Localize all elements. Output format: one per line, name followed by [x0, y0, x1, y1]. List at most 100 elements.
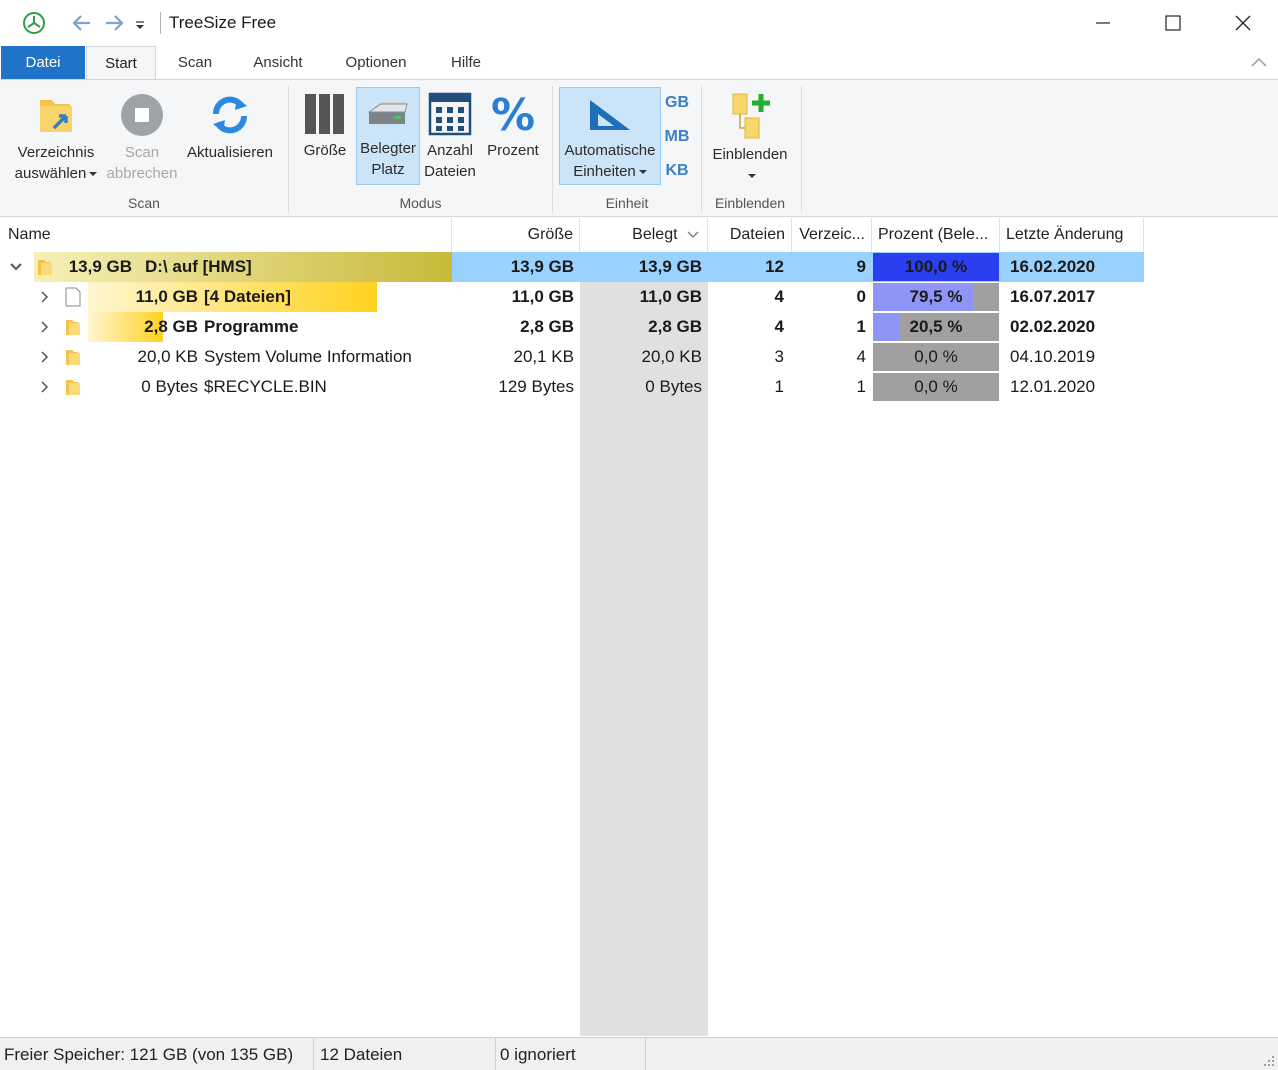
collapse-ribbon-icon[interactable]: [1250, 56, 1268, 68]
column-header-folders[interactable]: Verzeic...: [792, 218, 872, 252]
column-header-percent[interactable]: Prozent (Bele...: [872, 218, 1000, 252]
percent-bar: 20,5 %: [873, 313, 999, 341]
status-bar: Freier Speicher: 121 GB (von 135 GB) 12 …: [0, 1037, 1278, 1070]
select-directory-button[interactable]: Verzeichnis auswählen: [10, 88, 102, 188]
title-bar: TreeSize Free: [0, 0, 1278, 46]
name-size: 0 Bytes: [141, 377, 198, 396]
table-row[interactable]: 2,8 GB Programme 2,8 GB 2,8 GB 4 1 20,5 % 02.02…: [2, 312, 1276, 342]
refresh-button[interactable]: Aktualisieren: [182, 88, 278, 188]
percent-value: 79,5 %: [909, 287, 963, 306]
group-label-einblenden: Einblenden: [714, 195, 786, 211]
percent-value: 100,0 %: [904, 257, 968, 276]
column-header-used-label: Belegt: [632, 226, 678, 243]
percent-icon: %: [491, 92, 535, 136]
group-separator: [801, 86, 802, 212]
size-value: 13,9 GB: [510, 257, 574, 276]
folder-name: [4 Dateien]: [204, 287, 291, 306]
modified-value: 02.02.2020: [1010, 317, 1096, 336]
folders-value: 1: [856, 317, 866, 336]
unit-gb-button[interactable]: GB: [662, 92, 692, 116]
tab-optionen[interactable]: Optionen: [330, 46, 422, 80]
table-row[interactable]: 20,0 KB System Volume Information 20,1 KB 2…: [2, 342, 1276, 372]
modified-value: 12.01.2020: [1010, 377, 1096, 396]
unit-mb-button[interactable]: MB: [662, 126, 692, 150]
tab-datei[interactable]: Datei: [1, 46, 85, 80]
used-value: 11,0 GB: [639, 287, 702, 306]
tab-scan[interactable]: Scan: [160, 46, 230, 80]
used-value: 0 Bytes: [645, 377, 702, 396]
column-header-used[interactable]: Belegt: [580, 218, 708, 252]
tab-hilfe[interactable]: Hilfe: [438, 46, 494, 80]
table-row[interactable]: 13,9 GB D:\ auf [HMS] 13,9 GB 13,9 GB 12 9 100…: [2, 252, 1276, 282]
table-row[interactable]: 0 Bytes $RECYCLE.BIN 129 Bytes 0 Bytes 1 1 0,0…: [2, 372, 1276, 402]
folder-name: Programme: [204, 317, 299, 336]
used-value: 20,0 KB: [641, 347, 703, 366]
tab-start[interactable]: Start: [86, 46, 156, 81]
group-separator: [701, 86, 702, 212]
ribbon-tabs: Datei Start Scan Ansicht Optionen Hilfe: [0, 46, 1278, 81]
auto-units-label-1: Automatische: [564, 142, 656, 159]
refresh-label: Aktualisieren: [187, 144, 273, 161]
maximize-button[interactable]: [1138, 0, 1208, 46]
size-value: 129 Bytes: [498, 377, 574, 396]
table-row[interactable]: 11,0 GB [4 Dateien] 11,0 GB 11,0 GB 4 0 79,5 %…: [2, 282, 1276, 312]
abort-scan-button[interactable]: Scan abbrechen: [103, 88, 181, 188]
set-square-icon: [590, 100, 630, 130]
tab-ansicht[interactable]: Ansicht: [240, 46, 316, 80]
name-size: 2,8 GB: [144, 317, 198, 336]
used-value: 13,9 GB: [638, 257, 702, 276]
mode-size-button[interactable]: Größe: [296, 88, 354, 188]
size-value: 2,8 GB: [520, 317, 574, 336]
auto-units-button[interactable]: Automatische Einheiten: [559, 87, 661, 185]
files-value: 3: [774, 347, 784, 366]
back-arrow-icon[interactable]: [70, 12, 94, 34]
name-size: 13,9 GB: [68, 257, 132, 276]
modified-value: 16.07.2017: [1010, 287, 1096, 306]
minimize-button[interactable]: [1068, 0, 1138, 46]
group-label-scan: Scan: [128, 195, 160, 211]
mode-percent-button[interactable]: % Prozent: [480, 88, 546, 188]
folders-value: 9: [856, 257, 866, 276]
modified-value: 16.02.2020: [1010, 257, 1096, 276]
folder-name: $RECYCLE.BIN: [204, 377, 327, 396]
column-header-modified[interactable]: Letzte Änderung: [1000, 218, 1144, 252]
status-free-space: Freier Speicher: 121 GB (von 135 GB): [0, 1038, 314, 1070]
column-header-size[interactable]: Größe: [452, 218, 580, 252]
size-value: 11,0 GB: [511, 287, 574, 306]
status-ignored: 0 ignoriert: [496, 1038, 646, 1070]
column-header-files[interactable]: Dateien: [708, 218, 792, 252]
mode-used-space-button[interactable]: Belegter Platz: [356, 87, 420, 185]
close-button[interactable]: [1208, 0, 1278, 46]
show-label: Einblenden: [712, 146, 788, 163]
ribbon: Verzeichnis auswählen Scan abbrechen Akt…: [0, 79, 1278, 217]
mode-file-count-button[interactable]: Anzahl Dateien: [422, 88, 478, 188]
status-file-count: 12 Dateien: [316, 1038, 496, 1070]
sort-descending-icon: [687, 231, 699, 238]
size-value: 20,1 KB: [513, 347, 575, 366]
treesize-logo-icon: [23, 12, 45, 34]
forward-arrow-icon[interactable]: [102, 12, 126, 34]
quick-access-dropdown-icon[interactable]: [133, 16, 147, 32]
add-folder-icon: [732, 93, 770, 139]
unit-kb-button[interactable]: KB: [662, 160, 692, 184]
show-button[interactable]: Einblenden: [706, 88, 794, 188]
mode-count-label-2: Dateien: [424, 163, 476, 180]
treesize-window: TreeSize Free Datei Start Scan Ansicht O…: [0, 0, 1278, 1070]
mode-used-label-2: Platz: [371, 161, 405, 178]
column-header-name[interactable]: Name: [2, 218, 452, 252]
stop-icon: [121, 94, 163, 136]
group-separator: [552, 86, 553, 212]
chevron-down-icon: [89, 172, 98, 177]
percent-bar: 0,0 %: [873, 373, 999, 401]
abort-scan-label-1: Scan: [124, 144, 160, 161]
folder-arrow-icon: [40, 100, 72, 132]
percent-value: 0,0 %: [914, 377, 958, 396]
mode-percent-label: Prozent: [487, 142, 539, 159]
group-separator: [288, 86, 289, 212]
refresh-icon: [213, 96, 247, 134]
chevron-down-icon[interactable]: [8, 259, 24, 275]
percent-value: 20,5 %: [909, 317, 963, 336]
resize-grip-icon[interactable]: [1262, 1054, 1276, 1068]
abort-scan-label-2: abbrechen: [106, 165, 178, 182]
hard-drive-icon: [367, 102, 408, 124]
